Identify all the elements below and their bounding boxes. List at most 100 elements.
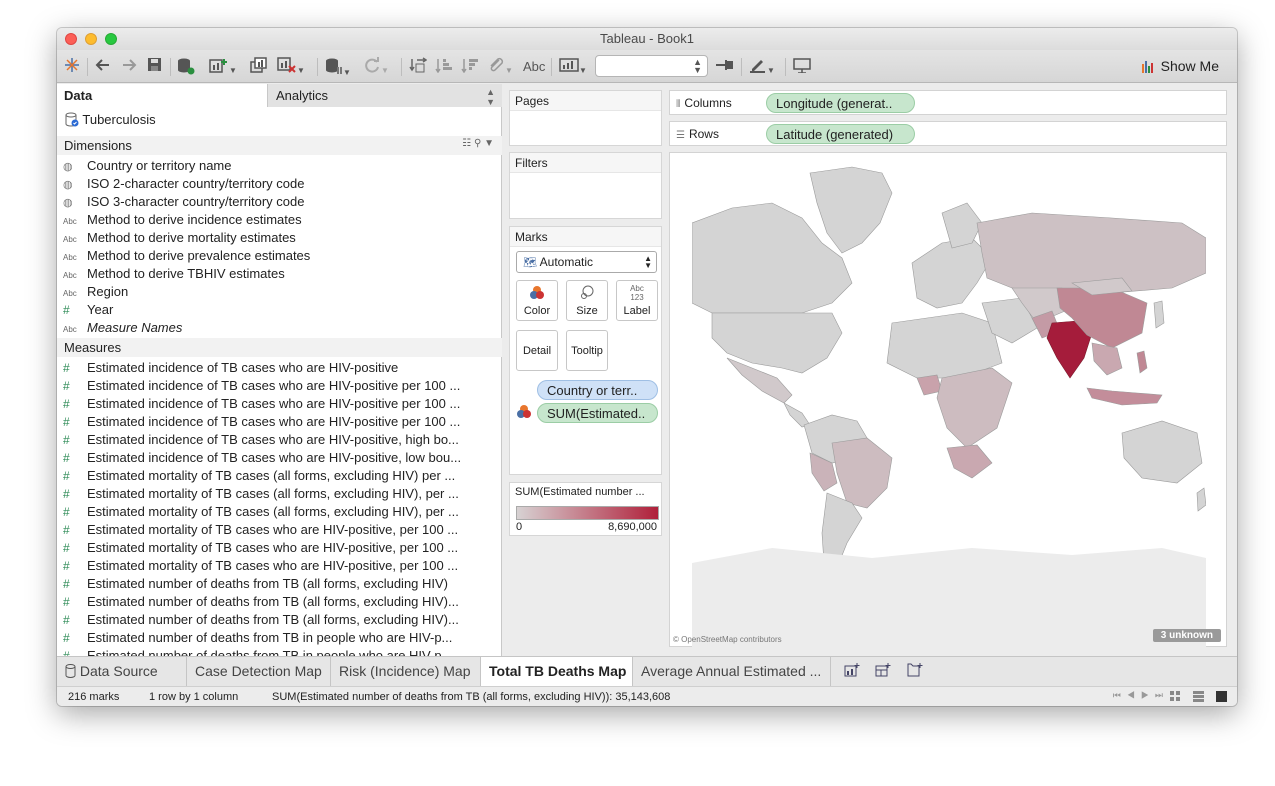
columns-shelf[interactable]: ⦀ Columns Longitude (generat.. xyxy=(669,90,1227,115)
fix-axes-icon[interactable] xyxy=(715,57,733,77)
measure-field[interactable]: # Estimated number of deaths from TB (all… xyxy=(57,575,502,593)
measure-field[interactable]: # Estimated mortality of TB cases (all fo… xyxy=(57,467,502,485)
dimension-field[interactable]: ◍ Country or territory name xyxy=(57,157,502,175)
presentation-mode-icon[interactable] xyxy=(793,57,811,77)
window-title: Tableau - Book1 xyxy=(600,31,694,46)
save-icon[interactable] xyxy=(147,57,162,77)
measure-field[interactable]: # Estimated incidence of TB cases who are… xyxy=(57,395,502,413)
measure-field[interactable]: # Estimated mortality of TB cases (all fo… xyxy=(57,503,502,521)
dimension-field[interactable]: Abc Method to derive incidence estimates xyxy=(57,211,502,229)
sort-ascending-icon[interactable] xyxy=(435,57,453,77)
tooltip-button[interactable]: Tooltip xyxy=(566,330,608,371)
fit-combo[interactable]: ▲ ▼ xyxy=(595,55,708,77)
show-mark-labels-button[interactable]: Abc xyxy=(523,57,545,77)
pages-shelf[interactable]: Pages xyxy=(509,90,662,146)
tab-risk-incidence-map[interactable]: Risk (Incidence) Map xyxy=(331,657,481,687)
tableau-window: Tableau - Book1 ▼ ▼ ▼ ▼ ▼ Abc ▼ ▲ ▼ ▼ Sh… xyxy=(57,28,1237,706)
dimension-field[interactable]: Abc Measure Names xyxy=(57,319,502,337)
filmstrip-view-icon[interactable] xyxy=(1169,691,1181,702)
close-window-button[interactable] xyxy=(65,33,77,45)
unknown-indicator[interactable]: 3 unknown xyxy=(1152,629,1221,642)
abc-icon: Abc xyxy=(63,253,77,262)
zoom-window-button[interactable] xyxy=(105,33,117,45)
dimension-field[interactable]: Abc Method to derive mortality estimates xyxy=(57,229,502,247)
sort-descending-icon[interactable] xyxy=(461,57,479,77)
duplicate-sheet-icon[interactable] xyxy=(250,57,270,77)
size-button[interactable]: Size xyxy=(566,280,608,321)
tab-average-annual-estimated[interactable]: Average Annual Estimated ... xyxy=(633,657,831,687)
dimension-field[interactable]: ◍ ISO 3-character country/territory code xyxy=(57,193,502,211)
measure-field[interactable]: # Estimated incidence of TB cases who are… xyxy=(57,449,502,467)
tab-data[interactable]: Data xyxy=(57,84,267,107)
show-me-button[interactable]: Show Me xyxy=(1141,58,1219,76)
pane-dropdown-icon[interactable]: ▼ xyxy=(484,138,494,149)
datasource-icon xyxy=(65,112,82,127)
measure-field[interactable]: # Estimated mortality of TB cases who are… xyxy=(57,557,502,575)
dimension-field[interactable]: Abc Region xyxy=(57,283,502,301)
legend-max: 8,690,000 xyxy=(608,521,657,533)
rows-shelf[interactable]: ☰ Rows Latitude (generated) xyxy=(669,121,1227,146)
hash-icon: # xyxy=(63,613,70,627)
map-attribution[interactable]: © OpenStreetMap contributors xyxy=(673,635,782,644)
color-legend[interactable]: SUM(Estimated number ... 0 8,690,000 xyxy=(509,482,662,536)
redo-icon[interactable] xyxy=(121,57,137,77)
dimension-field[interactable]: Abc Method to derive prevalence estimates xyxy=(57,247,502,265)
new-worksheet-tab-icon[interactable] xyxy=(842,663,862,681)
undo-icon[interactable] xyxy=(95,57,111,77)
tableau-logo-icon[interactable] xyxy=(64,57,80,77)
world-map[interactable] xyxy=(692,163,1206,647)
swap-rows-columns-icon[interactable] xyxy=(409,57,428,77)
new-dashboard-tab-icon[interactable] xyxy=(873,663,893,681)
clear-sheet-icon[interactable]: ▼ xyxy=(277,57,305,77)
measure-field[interactable]: # Estimated number of deaths from TB in p… xyxy=(57,647,502,656)
measure-field[interactable]: # Estimated incidence of TB cases who are… xyxy=(57,359,502,377)
datasource-item[interactable]: Tuberculosis xyxy=(65,112,156,130)
detail-pill[interactable]: Country or terr.. xyxy=(537,380,658,400)
view-as-list-icon[interactable]: ☷ xyxy=(462,138,471,149)
refresh-icon[interactable]: ▼ xyxy=(363,57,389,77)
dimension-field[interactable]: # Year xyxy=(57,301,502,319)
measure-field[interactable]: # Estimated mortality of TB cases who are… xyxy=(57,539,502,557)
marks-title: Marks xyxy=(510,227,661,247)
status-bar: 216 marks 1 row by 1 column SUM(Estimate… xyxy=(57,686,1237,706)
measure-field[interactable]: # Estimated incidence of TB cases who are… xyxy=(57,377,502,395)
measure-field[interactable]: # Estimated number of deaths from TB in p… xyxy=(57,629,502,647)
highlight-icon[interactable]: ▼ xyxy=(749,57,775,77)
map-view[interactable]: © OpenStreetMap contributors 3 unknown xyxy=(669,152,1227,647)
tab-total-tb-deaths-map[interactable]: Total TB Deaths Map xyxy=(481,657,633,687)
minimize-window-button[interactable] xyxy=(85,33,97,45)
measures-header: Measures xyxy=(57,338,502,357)
tab-case-detection-map[interactable]: Case Detection Map xyxy=(187,657,331,687)
data-source-tab-icon xyxy=(65,663,80,679)
new-data-source-icon[interactable] xyxy=(177,57,195,77)
hash-icon: # xyxy=(63,379,70,393)
longitude-pill[interactable]: Longitude (generat.. xyxy=(766,93,915,113)
measure-field[interactable]: # Estimated incidence of TB cases who are… xyxy=(57,431,502,449)
tabs-view-icon[interactable] xyxy=(1192,691,1204,702)
tab-analytics[interactable]: Analytics ▲ ▼ xyxy=(267,84,502,107)
dimension-field[interactable]: Abc Method to derive TBHIV estimates xyxy=(57,265,502,283)
color-button[interactable]: Color xyxy=(516,280,558,321)
latitude-pill[interactable]: Latitude (generated) xyxy=(766,124,915,144)
toolbar: ▼ ▼ ▼ ▼ ▼ Abc ▼ ▲ ▼ ▼ Show Me xyxy=(57,50,1237,83)
new-worksheet-icon[interactable]: ▼ xyxy=(209,57,237,77)
detail-button[interactable]: Detail xyxy=(516,330,558,371)
dimension-field[interactable]: ◍ ISO 2-character country/territory code xyxy=(57,175,502,193)
group-members-icon[interactable]: ▼ xyxy=(487,57,513,77)
new-story-tab-icon[interactable] xyxy=(905,663,925,681)
mark-type-select[interactable]: 🗺 Automatic ▲ ▼ xyxy=(516,251,657,273)
single-view-icon[interactable] xyxy=(1216,691,1227,702)
measure-field[interactable]: # Estimated number of deaths from TB (all… xyxy=(57,593,502,611)
label-button[interactable]: Abc 123 Label xyxy=(616,280,658,321)
measure-field[interactable]: # Estimated incidence of TB cases who are… xyxy=(57,413,502,431)
color-pill[interactable]: SUM(Estimated.. xyxy=(537,403,658,423)
measure-field[interactable]: # Estimated mortality of TB cases who are… xyxy=(57,521,502,539)
search-icon[interactable]: ⚲ xyxy=(474,138,481,149)
pause-updates-icon[interactable]: ▼ xyxy=(325,57,351,77)
filters-shelf[interactable]: Filters xyxy=(509,152,662,219)
tab-data-source[interactable]: Data Source xyxy=(57,657,187,687)
fit-width-icon[interactable]: ▼ xyxy=(559,57,587,77)
measure-field[interactable]: # Estimated mortality of TB cases (all fo… xyxy=(57,485,502,503)
measure-field[interactable]: # Estimated number of deaths from TB (all… xyxy=(57,611,502,629)
pane-menu-arrows-icon[interactable]: ▲ ▼ xyxy=(486,87,495,107)
